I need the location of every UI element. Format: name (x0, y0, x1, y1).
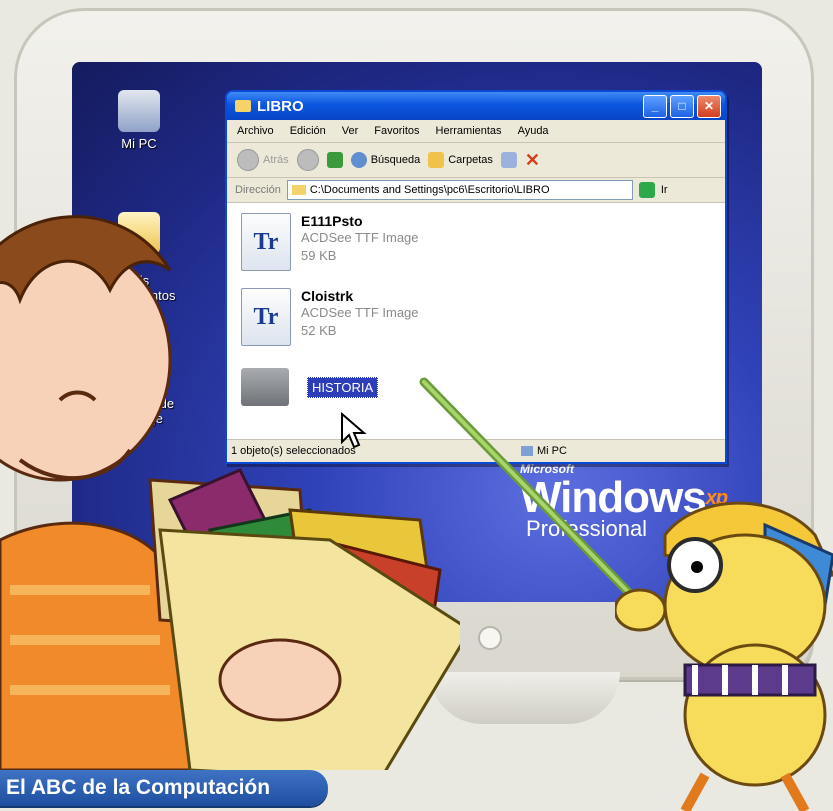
address-bar: Dirección C:\Documents and Settings\pc6\… (227, 178, 725, 203)
address-input[interactable]: C:\Documents and Settings\pc6\Escritorio… (286, 180, 633, 200)
toolbar: Atrás Búsqueda Carpetas ✕ (227, 143, 725, 178)
desktop-icon-mi-pc[interactable]: Mi PC (94, 90, 184, 151)
folder-icon (291, 185, 306, 195)
up-folder-icon[interactable] (326, 152, 343, 168)
menu-favoritos[interactable]: Favoritos (374, 125, 419, 137)
folders-label: Carpetas (448, 154, 493, 166)
caption-banner: El ABC de la Computación (0, 770, 328, 806)
menu-ver[interactable]: Ver (342, 125, 359, 137)
window-titlebar[interactable]: LIBRO _ □ ✕ (227, 92, 725, 120)
address-value: C:\Documents and Settings\pc6\Escritorio… (309, 184, 550, 196)
delete-icon[interactable]: ✕ (525, 150, 540, 171)
address-label: Dirección (235, 184, 281, 196)
menu-edicion[interactable]: Edición (290, 125, 326, 137)
folders-button[interactable]: Carpetas (428, 152, 493, 168)
back-label: Atrás (263, 154, 289, 166)
boy-illustration (0, 215, 460, 770)
monitor-power-button[interactable] (478, 626, 502, 650)
close-button[interactable]: ✕ (697, 94, 721, 118)
desktop-icon-label: Mi PC (121, 136, 157, 151)
menu-ayuda[interactable]: Ayuda (518, 125, 549, 137)
maximize-button[interactable]: □ (670, 94, 694, 118)
back-arrow-icon (237, 149, 259, 171)
minimize-button[interactable]: _ (643, 94, 667, 118)
forward-button[interactable] (296, 149, 319, 171)
search-label: Búsqueda (370, 154, 421, 166)
duck-illustration (615, 501, 833, 811)
go-label[interactable]: Ir (661, 184, 668, 196)
go-icon[interactable] (638, 182, 655, 198)
computer-icon (118, 90, 160, 132)
folders-icon (428, 152, 445, 168)
menu-bar: Archivo Edición Ver Favoritos Herramient… (227, 120, 725, 143)
back-button[interactable]: Atrás (237, 149, 289, 171)
folder-icon (235, 100, 251, 112)
menu-archivo[interactable]: Archivo (237, 125, 274, 137)
search-icon (350, 152, 367, 168)
menu-herramientas[interactable]: Herramientas (436, 125, 502, 137)
window-title: LIBRO (257, 97, 304, 115)
views-icon[interactable] (500, 152, 517, 168)
search-button[interactable]: Búsqueda (350, 152, 421, 168)
